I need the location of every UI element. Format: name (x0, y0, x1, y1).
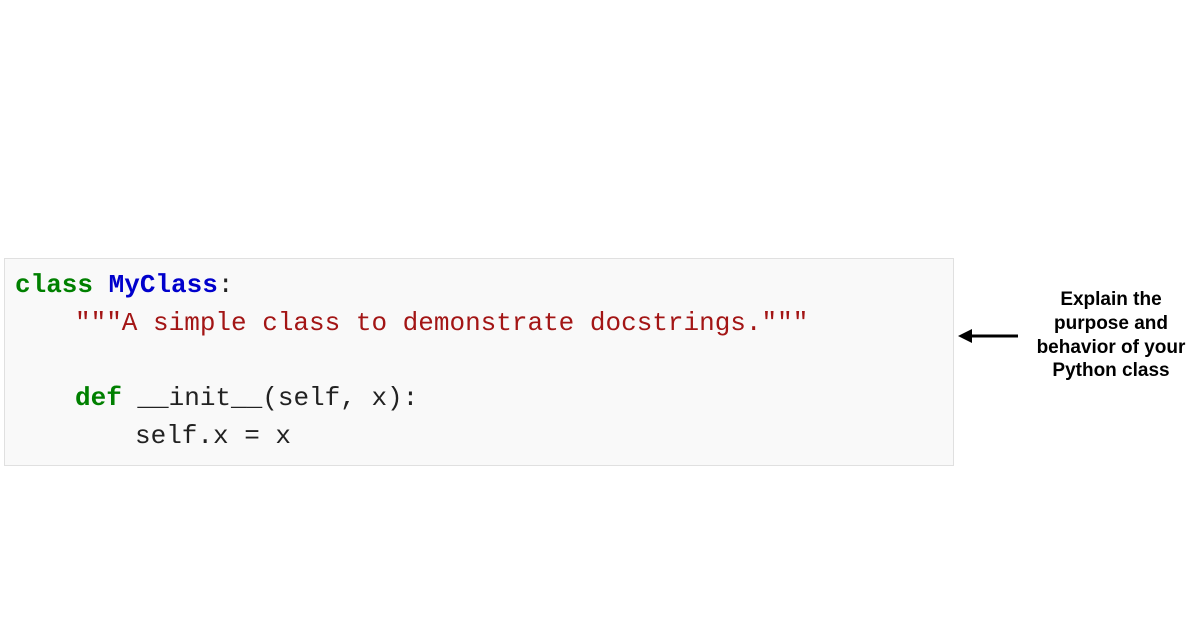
code-line-5: self.x = x (15, 418, 943, 456)
code-line-2: """A simple class to demonstrate docstri… (15, 305, 943, 343)
code-line-1: class MyClass: (15, 267, 943, 305)
assignment: self.x = x (135, 421, 291, 451)
docstring: """A simple class to demonstrate docstri… (75, 308, 808, 338)
code-block: class MyClass: """A simple class to demo… (4, 258, 954, 466)
class-name: MyClass (93, 270, 218, 300)
keyword-def: def (75, 383, 122, 413)
arrow-left-icon (958, 325, 1018, 347)
def-signature: __init__(self, x): (122, 383, 418, 413)
annotation-text: Explain the purpose and behavior of your… (1024, 288, 1198, 383)
keyword-class: class (15, 270, 93, 300)
annotation: Explain the purpose and behavior of your… (958, 288, 1198, 383)
code-line-blank (15, 342, 943, 380)
colon: : (218, 270, 234, 300)
code-line-4: def __init__(self, x): (15, 380, 943, 418)
